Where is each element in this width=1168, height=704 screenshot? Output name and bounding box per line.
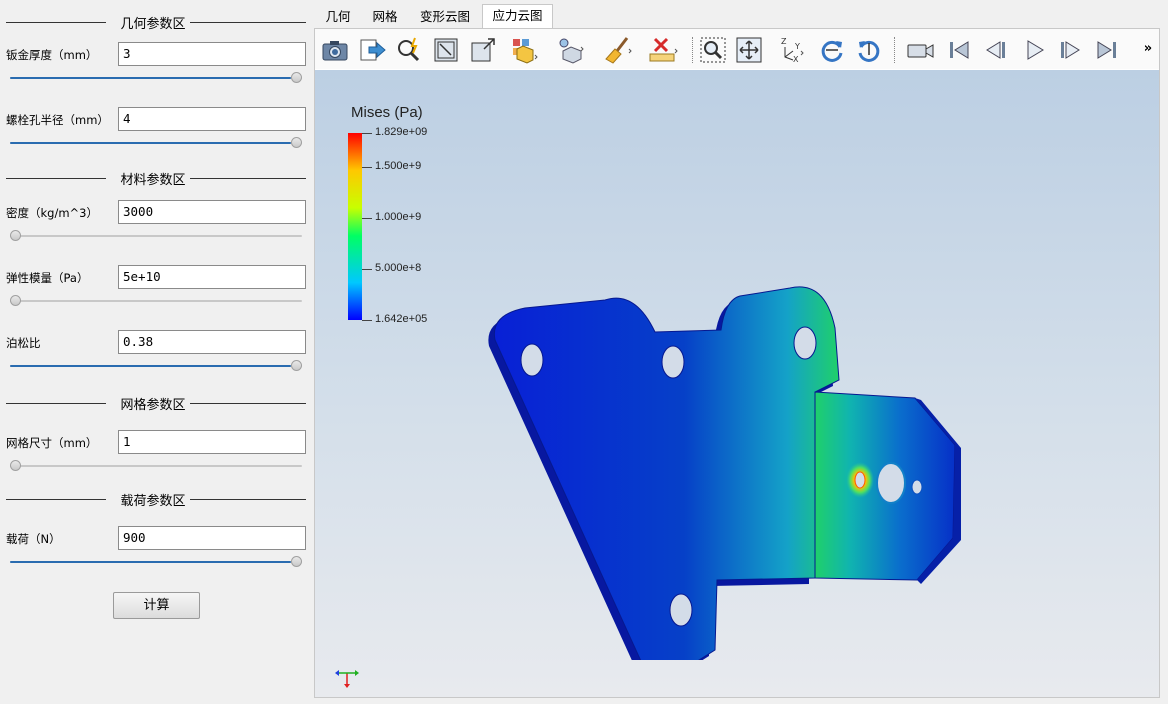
ruler-clear-icon[interactable]	[648, 35, 678, 65]
load-label: 载荷（N）	[6, 532, 61, 546]
zoom-box-icon[interactable]	[698, 35, 728, 65]
last-frame-icon[interactable]	[1092, 35, 1122, 65]
mesh-section-title: 网格参数区	[120, 398, 186, 413]
slider-handle[interactable]	[291, 137, 302, 148]
poisson-slider[interactable]	[8, 360, 304, 372]
legend-colorbar	[348, 133, 362, 320]
clean-icon[interactable]	[603, 35, 633, 65]
toolbar-separator	[692, 37, 693, 63]
first-frame-icon[interactable]	[944, 35, 974, 65]
bolt-radius-input[interactable]: 4	[118, 107, 306, 131]
export-icon[interactable]	[357, 35, 387, 65]
density-label: 密度（kg/m^3）	[6, 206, 98, 220]
stress-contour-model[interactable]	[485, 240, 965, 660]
render-mode-icon[interactable]	[555, 35, 585, 65]
bolt-radius-slider[interactable]	[8, 137, 304, 149]
mesh-size-input[interactable]: 1	[118, 430, 306, 454]
magic-select-icon[interactable]	[394, 35, 424, 65]
tab-bar: 几何 网格 变形云图 应力云图	[314, 4, 1168, 29]
load-section-header: 载荷参数区	[6, 489, 306, 509]
viewer-toolbar: ZYX »	[315, 29, 1159, 69]
slider-handle[interactable]	[291, 360, 302, 371]
slider-handle[interactable]	[10, 460, 21, 471]
thickness-slider[interactable]	[8, 72, 304, 84]
poisson-label: 泊松比	[6, 336, 41, 350]
rotate-ccw-icon[interactable]	[854, 35, 884, 65]
geometry-section-header: 几何参数区	[6, 12, 306, 32]
load-input[interactable]: 900	[118, 526, 306, 550]
density-slider[interactable]	[8, 230, 304, 242]
modulus-input[interactable]: 5e+10	[118, 265, 306, 289]
orientation-axes-icon	[335, 670, 359, 688]
maximize-view-icon[interactable]	[468, 35, 498, 65]
slider-handle[interactable]	[10, 295, 21, 306]
slider-handle[interactable]	[291, 556, 302, 567]
modulus-slider[interactable]	[8, 295, 304, 307]
thickness-label: 钣金厚度（mm）	[6, 48, 98, 62]
toolbar-overflow-button[interactable]: »	[1141, 41, 1155, 57]
material-section-header: 材料参数区	[6, 168, 306, 188]
slider-handle[interactable]	[10, 230, 21, 241]
tab-deformation[interactable]: 变形云图	[414, 6, 476, 28]
legend-label: 5.000e+8	[375, 261, 422, 274]
slider-handle[interactable]	[291, 72, 302, 83]
app-window: 几何参数区 钣金厚度（mm） 3 螺栓孔半径（mm） 4 材料参数区 密度（kg…	[0, 0, 1168, 704]
legend-title: Mises (Pa)	[351, 104, 423, 121]
legend-tick	[362, 320, 372, 321]
play-icon[interactable]	[1019, 35, 1049, 65]
fit-view-icon[interactable]	[734, 35, 764, 65]
legend-tick	[362, 166, 372, 168]
svg-text:X: X	[793, 55, 799, 64]
calculate-button[interactable]: 计算	[113, 592, 200, 619]
density-input[interactable]: 3000	[118, 200, 306, 224]
reset-view-icon[interactable]	[431, 35, 461, 65]
axis-orientation-icon[interactable]: ZYX	[777, 35, 807, 65]
tab-mesh[interactable]: 网格	[366, 6, 404, 28]
render-viewport[interactable]: Mises (Pa) 1.829e+09 1.500e+9 1.000e+9 5.00…	[315, 70, 1159, 697]
legend-label: 1.500e+9	[375, 159, 422, 172]
thickness-input[interactable]: 3	[118, 42, 306, 66]
modulus-label: 弹性模量（Pa）	[6, 271, 89, 285]
color-map-icon[interactable]	[509, 35, 539, 65]
geometry-section-title: 几何参数区	[120, 17, 186, 32]
camera-icon[interactable]	[320, 35, 350, 65]
legend-tick	[362, 268, 372, 270]
load-section-title: 载荷参数区	[120, 494, 186, 509]
stress-tab-pane: ZYX » Mises (Pa) 1.829e+09 1.500e+9 1.00…	[314, 28, 1160, 698]
legend-label: 1.642e+05	[375, 313, 428, 325]
next-frame-icon[interactable]	[1055, 35, 1085, 65]
legend-label: 1.829e+09	[375, 126, 428, 138]
load-slider[interactable]	[8, 556, 304, 568]
tab-stress[interactable]: 应力云图	[482, 4, 553, 29]
svg-text:Y: Y	[794, 42, 800, 51]
legend-tick	[362, 133, 372, 134]
rotate-cw-icon[interactable]	[817, 35, 847, 65]
result-panel: 几何 网格 变形云图 应力云图 Z Y X » Mises (Pa) 1.829…	[314, 0, 1168, 704]
mesh-size-slider[interactable]	[8, 460, 304, 472]
poisson-input[interactable]: 0.38	[118, 330, 306, 354]
tab-geometry[interactable]: 几何	[320, 6, 356, 28]
parameter-panel: 几何参数区 钣金厚度（mm） 3 螺栓孔半径（mm） 4 材料参数区 密度（kg…	[0, 0, 314, 704]
previous-frame-icon[interactable]	[981, 35, 1011, 65]
legend-tick	[362, 217, 372, 219]
mesh-size-label: 网格尺寸（mm）	[6, 436, 98, 450]
toolbar-separator	[894, 37, 895, 63]
mesh-section-header: 网格参数区	[6, 393, 306, 413]
material-section-title: 材料参数区	[120, 173, 186, 188]
bolt-radius-label: 螺栓孔半径（mm）	[6, 113, 109, 127]
record-camera-icon[interactable]	[905, 35, 935, 65]
svg-text:Z: Z	[781, 37, 787, 46]
legend-label: 1.000e+9	[375, 210, 422, 223]
